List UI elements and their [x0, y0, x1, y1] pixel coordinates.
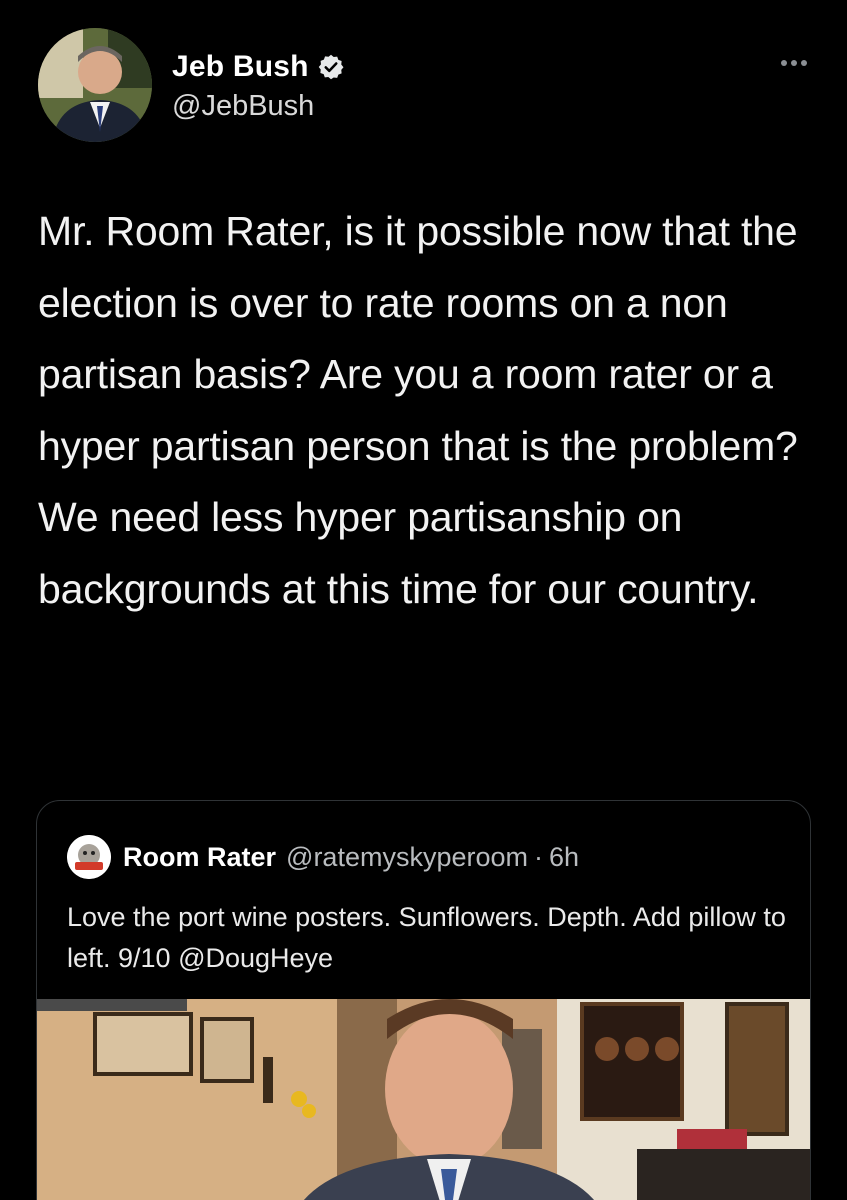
separator-dot: ·: [534, 841, 544, 872]
room-rater-logo-icon: [67, 835, 111, 879]
video-still-icon: [37, 999, 810, 1200]
quoted-tweet[interactable]: Room Rater @ratemyskyperoom · 6h Love th…: [36, 800, 811, 1200]
profile-photo-icon: [38, 28, 152, 142]
quoted-media[interactable]: [37, 999, 810, 1200]
tweet-text: Mr. Room Rater, is it possible now that …: [38, 208, 798, 612]
author-avatar[interactable]: [38, 28, 152, 142]
quoted-tweet-text: Love the port wine posters. Sunflowers. …: [67, 902, 786, 973]
verified-badge-icon: [318, 54, 344, 80]
quoted-display-name[interactable]: Room Rater: [123, 842, 276, 873]
more-options-icon[interactable]: [781, 60, 807, 66]
quoted-timestamp[interactable]: 6h: [549, 842, 579, 873]
author-display-name[interactable]: Jeb Bush: [172, 50, 309, 84]
tweet-card: Jeb Bush @JebBush Mr. Room Rater, is it …: [0, 0, 847, 1200]
author-handle[interactable]: @JebBush: [172, 90, 314, 123]
author-name-row: Jeb Bush: [172, 50, 345, 84]
quoted-handle[interactable]: @ratemyskyperoom: [286, 842, 528, 873]
quoted-author-avatar[interactable]: [67, 835, 111, 879]
quoted-tweet-header: Room Rater @ratemyskyperoom · 6h: [67, 835, 579, 879]
